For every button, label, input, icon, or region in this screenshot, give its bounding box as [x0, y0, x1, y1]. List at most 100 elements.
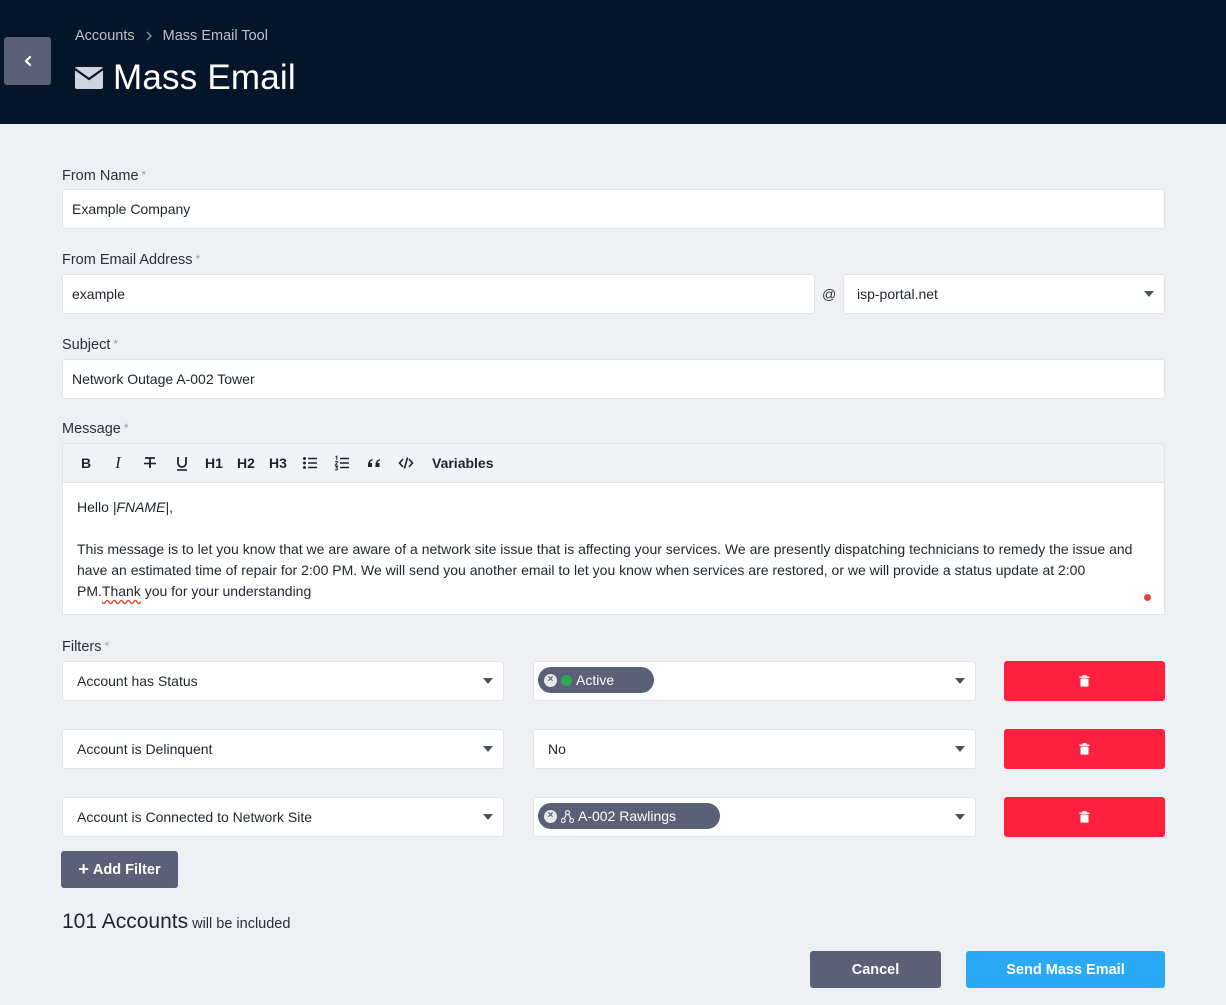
grammar-indicator-icon[interactable] — [1144, 594, 1151, 601]
filter-field-select-2[interactable]: Account is Delinquent — [62, 729, 504, 769]
code-button[interactable] — [392, 448, 420, 478]
required-marker: * — [104, 639, 110, 653]
caret-down-icon — [483, 814, 493, 820]
bullet-list-button[interactable] — [296, 448, 324, 478]
trash-icon — [1079, 811, 1090, 823]
filter-field-select-1[interactable]: Account has Status — [62, 661, 504, 701]
envelope-icon — [75, 67, 103, 89]
chevron-left-icon — [24, 55, 31, 67]
numbered-list-button[interactable] — [328, 448, 356, 478]
from-email-input[interactable]: example — [62, 274, 815, 314]
subject-label-text: Subject — [62, 337, 111, 353]
from-name-input[interactable]: Example Company — [62, 189, 1165, 229]
add-filter-button[interactable]: + Add Filter — [61, 851, 178, 888]
from-name-value: Example Company — [72, 201, 191, 217]
subject-input[interactable]: Network Outage A-002 Tower — [62, 359, 1165, 399]
title-wrap: Mass Email — [75, 58, 296, 98]
heading2-label: H2 — [237, 455, 255, 471]
heading2-button[interactable]: H2 — [232, 448, 260, 478]
subject-label: Subject * — [62, 337, 118, 353]
back-button[interactable] — [4, 37, 51, 85]
message-paragraph: This message is to let you know that we … — [77, 539, 1150, 602]
plus-icon: + — [78, 859, 89, 879]
accounts-summary-text: will be included — [192, 916, 291, 932]
bold-label: B — [80, 455, 92, 471]
heading1-label: H1 — [205, 455, 223, 471]
numbered-list-icon — [334, 455, 349, 471]
strikethrough-icon — [144, 457, 156, 468]
variables-button[interactable]: Variables — [424, 448, 499, 478]
trash-icon — [1079, 743, 1090, 755]
message-label: Message * — [62, 421, 129, 437]
quote-icon — [368, 459, 380, 467]
required-marker: * — [195, 252, 201, 266]
delete-filter-button-3[interactable] — [1004, 797, 1165, 837]
add-filter-label: Add Filter — [92, 861, 161, 878]
required-marker: * — [141, 168, 147, 182]
filter-chip-network-site: × A-002 Rawlings — [538, 803, 720, 829]
accounts-count: 101 Accounts — [62, 910, 189, 933]
filter-field-select-3[interactable]: Account is Connected to Network Site — [62, 797, 504, 837]
chevron-right-icon — [146, 31, 152, 41]
page-header: Accounts Mass Email Tool Mass Email — [0, 0, 1226, 124]
heading1-button[interactable]: H1 — [200, 448, 228, 478]
filter-chip-active: × Active — [538, 667, 654, 693]
filter-value-text: No — [548, 741, 566, 757]
greeting-line: Hello |FNAME|, — [77, 497, 1150, 518]
from-email-value: example — [72, 286, 125, 302]
heading3-button[interactable]: H3 — [264, 448, 292, 478]
filter-field-value: Account has Status — [77, 673, 198, 689]
remove-chip-icon[interactable]: × — [544, 809, 557, 823]
chip-label: A-002 Rawlings — [578, 808, 677, 824]
italic-button[interactable]: I — [104, 448, 132, 478]
caret-down-icon — [955, 814, 965, 820]
subject-value: Network Outage A-002 Tower — [72, 371, 255, 387]
italic-label: I — [115, 453, 121, 472]
editor-toolbar: B I H1 H2 H3 Variables — [62, 443, 1165, 482]
delete-filter-button-1[interactable] — [1004, 661, 1165, 701]
page-title: Mass Email — [113, 58, 296, 97]
filter-field-value: Account is Connected to Network Site — [77, 809, 313, 825]
underline-icon — [177, 457, 187, 471]
message-body-end: you for your understanding — [140, 583, 312, 599]
bullet-list-icon — [303, 457, 317, 469]
quote-button[interactable] — [360, 448, 388, 478]
email-domain-select[interactable]: isp-portal.net — [843, 274, 1165, 314]
filter-value-select-1[interactable]: × Active — [533, 661, 976, 701]
filter-value-select-3[interactable]: × A-002 Rawlings — [533, 797, 976, 837]
delete-filter-button-2[interactable] — [1004, 729, 1165, 769]
breadcrumb-mass-email-tool: Mass Email Tool — [162, 28, 268, 44]
send-mass-email-button[interactable]: Send Mass Email — [966, 951, 1165, 988]
variables-label: Variables — [432, 455, 494, 471]
accounts-summary: 101 Accounts will be included — [62, 910, 290, 934]
caret-down-icon — [955, 746, 965, 752]
cancel-button[interactable]: Cancel — [810, 951, 941, 988]
caret-down-icon — [955, 678, 965, 684]
network-icon — [561, 809, 574, 823]
caret-down-icon — [483, 746, 493, 752]
required-marker: * — [113, 337, 119, 351]
caret-down-icon — [483, 678, 493, 684]
filters-label-text: Filters — [62, 639, 102, 655]
filter-value-select-2[interactable]: No — [533, 729, 976, 769]
underline-button[interactable] — [168, 448, 196, 478]
at-sign: @ — [822, 286, 837, 302]
from-name-label: From Name * — [62, 168, 146, 184]
from-email-label: From Email Address * — [62, 252, 200, 268]
chip-label: Active — [576, 672, 615, 688]
heading3-label: H3 — [269, 455, 287, 471]
from-email-label-text: From Email Address — [62, 252, 193, 268]
caret-down-icon — [1144, 291, 1154, 297]
filter-field-value: Account is Delinquent — [77, 741, 213, 757]
remove-chip-icon[interactable]: × — [544, 673, 557, 687]
greeting-suffix: , — [169, 499, 173, 515]
message-editor[interactable]: Hello |FNAME|, This message is to let yo… — [62, 482, 1165, 615]
fname-variable: |FNAME| — [112, 499, 170, 515]
breadcrumb-accounts[interactable]: Accounts — [75, 28, 135, 44]
status-dot-icon — [561, 674, 572, 686]
bold-button[interactable]: B — [72, 448, 100, 478]
strikethrough-button[interactable] — [136, 448, 164, 478]
code-icon — [398, 457, 414, 469]
filters-label: Filters * — [62, 639, 109, 655]
message-label-text: Message — [62, 421, 121, 437]
